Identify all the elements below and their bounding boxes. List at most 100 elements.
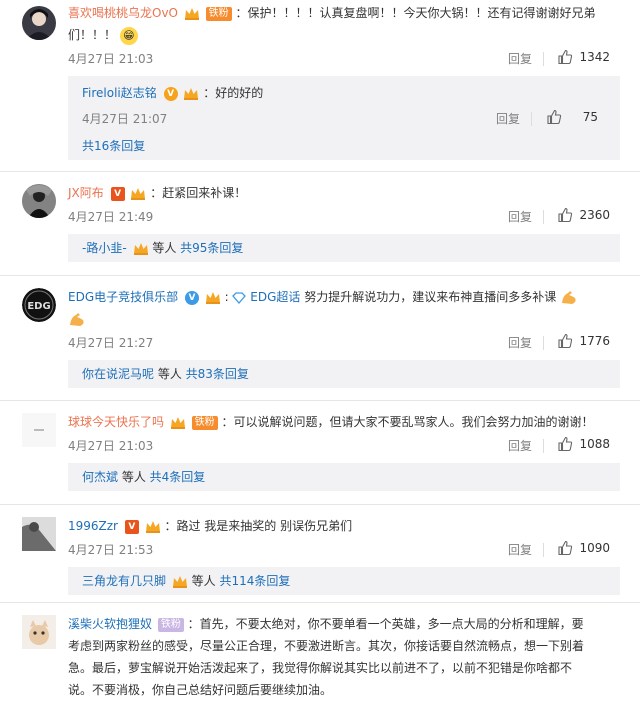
divider	[543, 210, 544, 224]
avatar[interactable]: EDG	[22, 288, 56, 322]
thumbs-up-icon	[558, 436, 573, 452]
like-button[interactable]: 2360	[557, 207, 610, 223]
reply-user-name[interactable]: -路小韭-	[82, 241, 127, 255]
comment-body: ：首先，不要太绝对，你不要单看一个英雄，多一点大局的分析和理解，要	[187, 617, 584, 631]
verified-v-icon: V	[110, 186, 125, 201]
thumbs-up-icon	[547, 109, 562, 125]
timestamp: 4月27日 21:03	[68, 439, 154, 453]
thumbs-up-icon	[558, 540, 573, 556]
crown-icon	[205, 291, 220, 304]
comment-item: 球球今天快乐了吗 铁粉 ：可以说解说问题，但请大家不要乱骂家人。我们会努力加油的…	[0, 401, 640, 505]
comment-body: ：赶紧回来补课！	[150, 186, 247, 200]
reply-button[interactable]: 回复	[496, 110, 520, 127]
comment-text-cont: 们！！！ 😁	[68, 24, 628, 46]
verified-v-icon: V	[124, 519, 139, 534]
comment-text: JX阿布 V ：赶紧回来补课！	[68, 182, 628, 204]
more-replies-link[interactable]: 三角龙有几只脚 等人 共114条回复	[82, 567, 606, 595]
avatar[interactable]	[22, 615, 56, 649]
comment-item: EDG EDG电子竞技俱乐部 V : EDG超话 努力提升解说功力，建议来布神直…	[0, 276, 640, 401]
like-button[interactable]: 1088	[557, 436, 610, 452]
avatar[interactable]	[22, 184, 56, 218]
comment-body-cont: 说。不要消极，你自己总结好问题后要继续加油。	[68, 683, 333, 697]
comment-body: 努力提升解说功力，建议来布神直播间多多补课	[304, 290, 557, 304]
like-button[interactable]: 75	[546, 109, 598, 125]
more-replies-link[interactable]: 何杰斌 等人 共4条回复	[82, 463, 606, 491]
reply-button[interactable]: 回复	[508, 208, 532, 225]
avatar[interactable]	[22, 517, 56, 551]
comment-text-cont	[68, 308, 628, 330]
user-name[interactable]: JX阿布	[68, 186, 104, 200]
crown-icon	[184, 87, 199, 100]
crown-icon	[170, 416, 185, 429]
comment-body: ：路过 我是来抽奖的 别误伤兄弟们	[164, 519, 353, 533]
reply-button[interactable]: 回复	[508, 334, 532, 351]
comment-text: 溪柴火软抱狸奴 铁粉 ：首先，不要太绝对，你不要单看一个英雄，多一点大局的分析和…	[68, 613, 628, 635]
comment-text: EDG电子竞技俱乐部 V : EDG超话 努力提升解说功力，建议来布神直播间多多…	[68, 286, 628, 308]
comment-text: 1996Zzr V ：路过 我是来抽奖的 别误伤兄弟们	[68, 515, 628, 537]
sub-reply: Fireloli赵志铭 V ：好的好的	[82, 76, 606, 106]
like-button[interactable]: 1342	[557, 49, 610, 65]
thumbs-up-icon	[558, 333, 573, 349]
reply-user-name[interactable]: 你在说泥马呢	[82, 367, 154, 381]
user-name[interactable]: 喜欢喝桃桃乌龙OvO	[68, 6, 178, 20]
comment-body: ：可以说解说问题，但请大家不要乱骂家人。我们会努力加油的谢谢！	[221, 415, 594, 429]
comment-meta: 4月27日 21:53 回复 1090	[68, 537, 628, 563]
flexed-biceps-icon	[562, 290, 576, 304]
reply-button[interactable]: 回复	[508, 541, 532, 558]
comment-body-cont: 考虑到两家粉丝的感受，尽量公正合理，不要激进断言。其次，你接话要自然流畅点，想一…	[68, 639, 585, 653]
comment-text-cont: 说。不要消极，你自己总结好问题后要继续加油。	[68, 679, 628, 701]
crown-icon	[172, 575, 187, 588]
like-count: 1088	[579, 437, 610, 451]
reply-button[interactable]: 回复	[508, 50, 532, 67]
divider	[531, 112, 532, 126]
comment-meta: 4月27日 21:03 回复 1342	[68, 46, 628, 72]
sub-reply-box: 三角龙有几只脚 等人 共114条回复	[68, 567, 620, 595]
crown-icon	[131, 187, 146, 200]
user-name[interactable]: 球球今天快乐了吗	[68, 415, 164, 429]
user-name[interactable]: EDG电子竞技俱乐部	[68, 290, 178, 304]
user-name[interactable]: 1996Zzr	[68, 519, 118, 533]
topic-link[interactable]: EDG超话	[250, 290, 300, 304]
crown-icon	[184, 7, 199, 20]
like-count: 1776	[579, 334, 610, 348]
timestamp: 4月27日 21:07	[82, 112, 168, 126]
more-replies-link[interactable]: 共16条回复	[82, 132, 606, 160]
sub-reply-box: Fireloli赵志铭 V ：好的好的 4月27日 21:07 回复 75 共1…	[68, 76, 620, 160]
more-replies-link[interactable]: 你在说泥马呢 等人 共83条回复	[82, 360, 606, 388]
super-topic-icon	[232, 291, 247, 304]
verified-v-icon: V	[163, 86, 178, 101]
reply-count[interactable]: 共4条回复	[150, 470, 206, 484]
like-button[interactable]: 1090	[557, 540, 610, 556]
avatar[interactable]	[22, 6, 56, 40]
reply-count[interactable]: 共114条回复	[219, 574, 290, 588]
timestamp: 4月27日 21:53	[68, 543, 154, 557]
more-tail: 等人	[187, 574, 220, 588]
reply-count[interactable]: 共95条回复	[180, 241, 243, 255]
reply-button[interactable]: 回复	[508, 437, 532, 454]
more-tail: 等人	[154, 367, 186, 381]
timestamp: 4月27日 21:03	[68, 52, 154, 66]
reply-user-name[interactable]: 何杰斌	[82, 470, 118, 484]
sub-user-name[interactable]: Fireloli赵志铭	[82, 86, 157, 100]
like-count: 75	[582, 110, 598, 124]
comment-text-cont: 急。最后，萝宝解说开始活泼起来了，我觉得你解说其实比以前进不了，以前不犯错是你啥…	[68, 657, 628, 679]
thumbs-up-icon	[558, 207, 573, 223]
comment-body: ：保护！！！！认真复盘啊！！今天你大锅！！还有记得谢谢好兄弟	[235, 6, 596, 20]
fan-badge: 铁粉	[157, 617, 184, 632]
sub-reply-box: 你在说泥马呢 等人 共83条回复	[68, 360, 620, 388]
more-replies-link[interactable]: -路小韭- 等人 共95条回复	[82, 234, 606, 262]
avatar[interactable]	[22, 413, 56, 447]
user-name[interactable]: 溪柴火软抱狸奴	[68, 617, 152, 631]
flexed-biceps-icon	[70, 312, 84, 326]
reply-user-name[interactable]: 三角龙有几只脚	[82, 574, 166, 588]
like-button[interactable]: 1776	[557, 333, 610, 349]
sub-reply-box: 何杰斌 等人 共4条回复	[68, 463, 620, 491]
thumbs-up-icon	[558, 49, 573, 65]
comment-meta: 4月27日 21:49 回复 2360	[68, 204, 628, 230]
sub-reply-body: ：好的好的	[203, 86, 264, 100]
comment-text: 球球今天快乐了吗 铁粉 ：可以说解说问题，但请大家不要乱骂家人。我们会努力加油的…	[68, 411, 628, 433]
comment-item: 喜欢喝桃桃乌龙OvO 铁粉 ：保护！！！！认真复盘啊！！今天你大锅！！还有记得谢…	[0, 0, 640, 172]
reply-count[interactable]: 共83条回复	[186, 367, 249, 381]
like-count: 2360	[579, 208, 610, 222]
comment-text: 喜欢喝桃桃乌龙OvO 铁粉 ：保护！！！！认真复盘啊！！今天你大锅！！还有记得谢…	[68, 2, 628, 24]
